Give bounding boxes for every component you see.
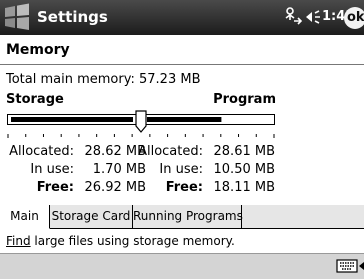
program-free-row: Free: 18.11 MB: [128, 179, 275, 197]
volume-icon[interactable]: [304, 8, 324, 26]
storage-inuse-row: In use: 1.70 MB: [0, 161, 146, 179]
windows-start-icon[interactable]: [2, 3, 32, 31]
find-description: large files using storage memory.: [30, 234, 235, 248]
page-title: Memory: [6, 42, 70, 58]
storage-free-row: Free: 26.92 MB: [0, 179, 146, 197]
storage-inuse-label: In use:: [30, 162, 74, 177]
connectivity-icon[interactable]: [283, 6, 303, 28]
slider-thumb: [135, 110, 147, 133]
program-free-value: 18.11 MB: [213, 180, 275, 195]
memory-settings-screen: Settings 1:43 ok Memory Total main memor…: [0, 0, 364, 279]
tab-main[interactable]: Main: [0, 205, 50, 229]
ok-button[interactable]: ok: [344, 7, 364, 29]
program-allocated-label: Allocated:: [138, 144, 203, 159]
program-free-label: Free:: [165, 180, 203, 195]
slider-ticks: [7, 134, 275, 138]
find-link[interactable]: Find: [6, 234, 31, 248]
program-usage-bar: [147, 117, 222, 122]
storage-allocated-row: Allocated: 28.62 MB: [0, 143, 146, 161]
memory-allocation-slider[interactable]: [7, 110, 275, 142]
program-inuse-value: 10.50 MB: [213, 162, 275, 177]
title-bar: Settings 1:43 ok: [0, 0, 364, 35]
total-memory-line: Total main memory: 57.23 MB: [6, 72, 200, 87]
program-inuse-label: In use:: [159, 162, 203, 177]
storage-stats: Allocated: 28.62 MB In use: 1.70 MB Free…: [0, 143, 146, 197]
heading-divider: [0, 64, 364, 65]
input-panel-arrow-icon[interactable]: [359, 262, 364, 270]
menu-bar: [0, 253, 364, 279]
total-memory-value: 57.23 MB: [139, 72, 201, 87]
total-memory-label: Total main memory:: [6, 72, 135, 87]
storage-header: Storage: [6, 92, 64, 107]
program-header: Program: [213, 92, 276, 107]
keyboard-icon[interactable]: [336, 258, 358, 274]
program-inuse-row: In use: 10.50 MB: [128, 161, 275, 179]
program-allocated-value: 28.61 MB: [213, 144, 275, 159]
program-allocated-row: Allocated: 28.61 MB: [128, 143, 275, 161]
tab-running-programs[interactable]: Running Programs: [133, 205, 243, 229]
find-large-files-line: Find large files using storage memory.: [6, 234, 235, 248]
storage-free-label: Free:: [36, 180, 74, 195]
program-stats: Allocated: 28.61 MB In use: 10.50 MB Fre…: [128, 143, 275, 197]
storage-usage-bar: [11, 117, 133, 122]
app-title: Settings: [37, 8, 108, 26]
storage-allocated-label: Allocated:: [9, 144, 74, 159]
tab-storage-card[interactable]: Storage Card: [50, 205, 133, 229]
tab-bar-filler: [242, 205, 364, 229]
